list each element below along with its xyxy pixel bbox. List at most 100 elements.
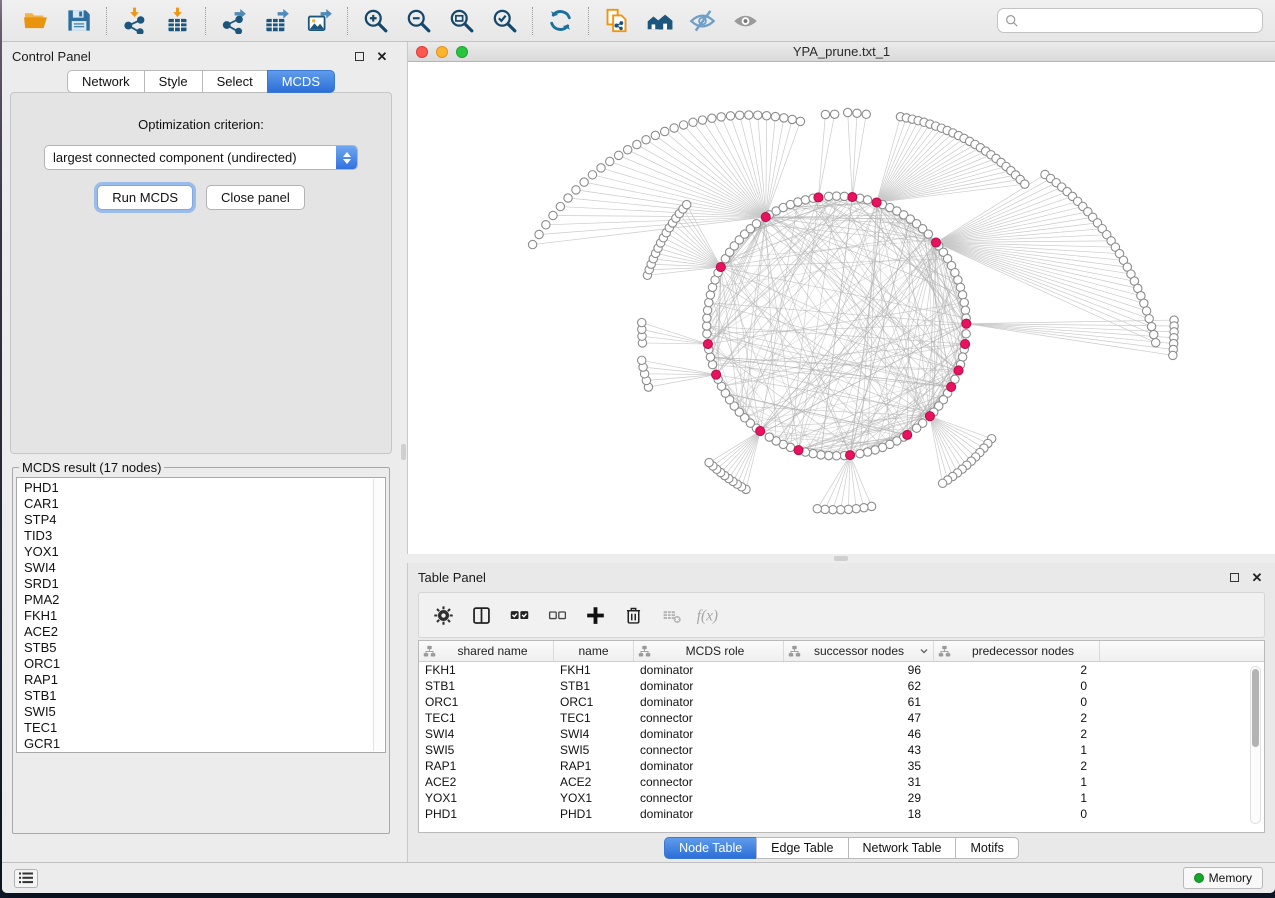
table-row[interactable]: STB1STB1dominator620 bbox=[419, 678, 1264, 694]
table-row[interactable]: YOX1YOX1connector291 bbox=[419, 790, 1264, 806]
tab-motifs[interactable]: Motifs bbox=[955, 837, 1018, 859]
settings-button[interactable] bbox=[429, 600, 458, 630]
table-row[interactable]: FKH1FKH1dominator962 bbox=[419, 662, 1264, 678]
ring-node[interactable] bbox=[809, 450, 817, 458]
ring-node[interactable] bbox=[924, 230, 932, 238]
leaf-node[interactable] bbox=[821, 505, 829, 513]
leaf-node[interactable] bbox=[682, 200, 690, 208]
leaf-node[interactable] bbox=[698, 116, 706, 124]
dominator-node[interactable] bbox=[962, 319, 971, 328]
ring-node[interactable] bbox=[832, 192, 840, 200]
leaf-node[interactable] bbox=[853, 109, 861, 117]
mcds-result-item[interactable]: YOX1 bbox=[24, 544, 385, 560]
tab-mcds[interactable]: MCDS bbox=[267, 70, 335, 93]
dominator-node[interactable] bbox=[794, 446, 803, 455]
tab-node-table[interactable]: Node Table bbox=[664, 837, 757, 859]
leaf-node[interactable] bbox=[535, 230, 543, 238]
leaf-node[interactable] bbox=[588, 171, 596, 179]
vertical-splitter[interactable] bbox=[400, 42, 407, 862]
mcds-result-item[interactable]: SRD1 bbox=[24, 576, 385, 592]
ring-node[interactable] bbox=[817, 451, 825, 459]
leaf-node[interactable] bbox=[830, 110, 838, 118]
dominator-node[interactable] bbox=[954, 366, 963, 375]
dominator-node[interactable] bbox=[872, 198, 881, 207]
mcds-result-item[interactable]: ACE2 bbox=[24, 624, 385, 640]
leaf-node[interactable] bbox=[661, 127, 669, 135]
float-panel-icon[interactable] bbox=[351, 49, 367, 63]
zoom-in-button[interactable] bbox=[354, 3, 397, 39]
dominator-node[interactable] bbox=[814, 193, 823, 202]
add-button[interactable] bbox=[581, 600, 610, 630]
zoom-out-button[interactable] bbox=[397, 3, 440, 39]
delete-button[interactable] bbox=[619, 600, 648, 630]
dominator-node[interactable] bbox=[925, 412, 934, 421]
mcds-result-item[interactable]: GCR1 bbox=[24, 736, 385, 752]
table-scrollbar[interactable] bbox=[1250, 666, 1261, 824]
leaf-node[interactable] bbox=[642, 136, 650, 144]
leaf-node[interactable] bbox=[762, 112, 770, 120]
leaf-node[interactable] bbox=[788, 115, 796, 123]
ring-node[interactable] bbox=[958, 291, 966, 299]
minimize-window-icon[interactable] bbox=[436, 46, 448, 58]
table-row[interactable]: PHD1PHD1dominator180 bbox=[419, 806, 1264, 822]
dominator-node[interactable] bbox=[848, 193, 857, 202]
export-network-button[interactable] bbox=[212, 3, 255, 39]
table-row[interactable]: ORC1ORC1dominator610 bbox=[419, 694, 1264, 710]
import-table-button[interactable] bbox=[156, 3, 199, 39]
dominator-node[interactable] bbox=[712, 370, 721, 379]
dominator-node[interactable] bbox=[960, 339, 969, 348]
leaf-node[interactable] bbox=[580, 178, 588, 186]
leaf-node[interactable] bbox=[780, 114, 788, 122]
table-row[interactable]: RAP1RAP1dominator352 bbox=[419, 758, 1264, 774]
leaf-node[interactable] bbox=[597, 164, 605, 172]
run-mcds-button[interactable]: Run MCDS bbox=[97, 185, 193, 210]
table-row[interactable]: SWI5SWI5connector431 bbox=[419, 742, 1264, 758]
leaf-node[interactable] bbox=[528, 240, 536, 248]
mcds-result-item[interactable]: ORC1 bbox=[24, 656, 385, 672]
duplicate-network-button[interactable] bbox=[595, 3, 638, 39]
dominator-node[interactable] bbox=[903, 430, 912, 439]
leaf-node[interactable] bbox=[843, 108, 851, 116]
ring-node[interactable] bbox=[863, 196, 871, 204]
leaf-node[interactable] bbox=[1142, 307, 1150, 315]
leaf-node[interactable] bbox=[679, 121, 687, 129]
mcds-result-item[interactable]: PHD1 bbox=[24, 480, 385, 496]
leaf-node[interactable] bbox=[556, 202, 564, 210]
save-button[interactable] bbox=[57, 3, 100, 39]
tab-style[interactable]: Style bbox=[144, 70, 203, 93]
network-canvas[interactable] bbox=[408, 62, 1275, 554]
leaf-node[interactable] bbox=[633, 140, 641, 148]
show-panels-button[interactable] bbox=[14, 869, 38, 888]
ring-node[interactable] bbox=[856, 450, 864, 458]
leaf-node[interactable] bbox=[638, 356, 646, 364]
close-panel-icon[interactable]: ✕ bbox=[1249, 570, 1265, 584]
ring-node[interactable] bbox=[961, 306, 969, 314]
dominator-node[interactable] bbox=[716, 262, 725, 271]
leaf-node[interactable] bbox=[1152, 339, 1160, 347]
table-row[interactable]: ACE2ACE2connector311 bbox=[419, 774, 1264, 790]
mcds-result-item[interactable]: SWI5 bbox=[24, 704, 385, 720]
tab-edge-table[interactable]: Edge Table bbox=[756, 837, 848, 859]
mcds-result-item[interactable]: CAR1 bbox=[24, 496, 385, 512]
leaf-node[interactable] bbox=[1145, 315, 1153, 323]
zoom-fit-button[interactable] bbox=[440, 3, 483, 39]
splitter-grip[interactable] bbox=[834, 556, 848, 561]
close-window-icon[interactable] bbox=[416, 46, 428, 58]
memory-button[interactable]: Memory bbox=[1183, 867, 1263, 889]
criterion-select[interactable]: largest connected component (undirected) bbox=[44, 145, 358, 170]
table-row[interactable]: SWI4SWI4dominator462 bbox=[419, 726, 1264, 742]
dominator-node[interactable] bbox=[845, 451, 854, 460]
leaf-node[interactable] bbox=[862, 110, 870, 118]
deselect-all-button[interactable] bbox=[543, 600, 572, 630]
leaf-node[interactable] bbox=[860, 504, 868, 512]
leaf-node[interactable] bbox=[717, 113, 725, 121]
mcds-result-item[interactable]: RAP1 bbox=[24, 672, 385, 688]
first-neighbors-button[interactable] bbox=[638, 3, 681, 39]
mcds-result-item[interactable]: STB1 bbox=[24, 688, 385, 704]
dominator-node[interactable] bbox=[931, 238, 940, 247]
leaf-node[interactable] bbox=[606, 157, 614, 165]
leaf-node[interactable] bbox=[689, 118, 697, 126]
ring-node[interactable] bbox=[703, 330, 711, 338]
close-panel-button[interactable]: Close panel bbox=[206, 185, 305, 210]
tab-network-table[interactable]: Network Table bbox=[848, 837, 957, 859]
